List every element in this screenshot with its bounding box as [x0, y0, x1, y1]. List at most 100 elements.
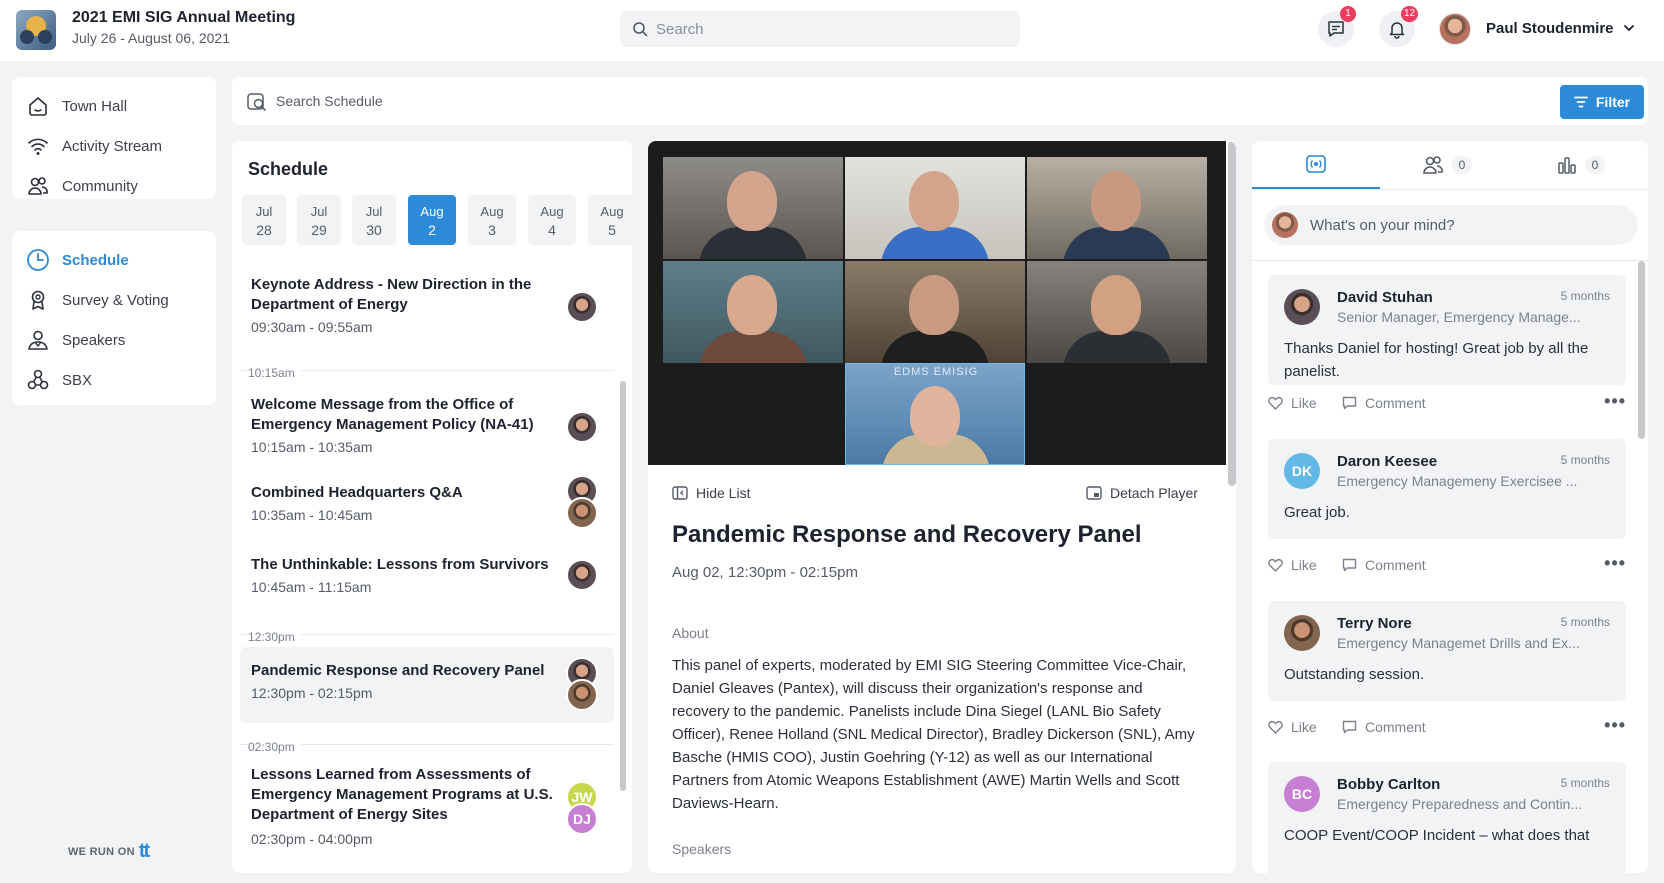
sidebar-item-community[interactable]: Community [26, 171, 138, 201]
feed-post: David Stuhan 5 months Senior Manager, Em… [1268, 275, 1626, 385]
post-author-name[interactable]: David Stuhan [1337, 289, 1433, 306]
like-button[interactable]: Like [1268, 395, 1317, 411]
date-chip-aug-4[interactable]: Aug 4 [528, 195, 576, 245]
video-banner: EDMS EMISIG [893, 366, 979, 378]
filter-label: Filter [1595, 94, 1631, 110]
about-heading: About [672, 625, 709, 641]
video-participant-tile [663, 261, 843, 363]
post-composer[interactable] [1264, 205, 1638, 245]
detail-scrollbar[interactable] [1228, 141, 1236, 486]
global-search[interactable] [620, 11, 1020, 47]
like-button[interactable]: Like [1268, 557, 1317, 573]
post-input[interactable] [1310, 205, 1620, 245]
post-author-avatar[interactable] [1284, 289, 1320, 325]
post-author-role: Emergency Managemet Drills and Ex... [1337, 635, 1580, 651]
session-item[interactable]: Lessons Learned from Assessments of Emer… [240, 755, 614, 855]
comment-label: Comment [1365, 719, 1426, 735]
user-menu[interactable]: Paul Stoudenmire [1486, 20, 1614, 37]
notifications-badge: 12 [1401, 6, 1419, 22]
session-time: 10:35am - 10:45am [251, 507, 373, 523]
post-author-name[interactable]: Daron Keesee [1337, 453, 1437, 470]
search-calendar-icon [246, 91, 268, 113]
event-logo[interactable] [16, 10, 56, 50]
speaker-avatar[interactable] [566, 411, 598, 443]
like-button[interactable]: Like [1268, 719, 1317, 735]
tab-polls[interactable]: 0 [1514, 141, 1648, 189]
speaker-avatar[interactable] [566, 291, 598, 323]
speaker-icon [26, 328, 50, 352]
date-day: 28 [256, 222, 272, 238]
sidebar-item-survey-voting[interactable]: Survey & Voting [26, 285, 169, 315]
powered-by[interactable]: WE RUN ON tt [68, 840, 150, 863]
date-chip-jul-30[interactable]: Jul 30 [352, 195, 396, 245]
speaker-avatar[interactable] [566, 559, 598, 591]
session-item[interactable]: Welcome Message from the Office of Emerg… [240, 385, 614, 465]
chevron-down-icon[interactable] [1623, 24, 1635, 32]
date-chip-aug-2[interactable]: Aug 2 [408, 195, 456, 245]
speakers-heading: Speakers [672, 841, 732, 857]
session-title: Lessons Learned from Assessments of Emer… [251, 766, 553, 823]
date-chip-jul-29[interactable]: Jul 29 [297, 195, 341, 245]
session-title: Keynote Address - New Direction in the D… [251, 276, 532, 313]
sidebar-item-sbx[interactable]: SBX [26, 365, 92, 395]
session-item[interactable]: Keynote Address - New Direction in the D… [240, 265, 614, 345]
session-title: Pandemic Response and Recovery Panel [672, 521, 1142, 548]
sidebar-item-town-hall[interactable]: Town Hall [26, 91, 127, 121]
sidebar-item-label: Schedule [62, 251, 129, 269]
post-author-avatar[interactable]: BC [1284, 776, 1320, 812]
date-chip-jul-28[interactable]: Jul 28 [242, 195, 286, 245]
video-player[interactable]: EDMS EMISIG [648, 141, 1226, 465]
session-item[interactable]: Combined Headquarters Q&A 10:35am - 10:4… [240, 475, 614, 541]
post-author-avatar[interactable]: DK [1284, 453, 1320, 489]
sidebar-item-schedule[interactable]: Schedule [26, 245, 129, 275]
date-day: 5 [608, 222, 616, 238]
speaker-avatar[interactable] [566, 679, 598, 711]
collapse-icon [672, 486, 688, 500]
sidebar-item-label: Town Hall [62, 97, 128, 115]
session-item[interactable]: The Unthinkable: Lessons from Survivors … [240, 547, 614, 613]
time-section-label: 02:30pm [248, 740, 301, 754]
picture-in-picture-icon [1086, 486, 1102, 500]
network-icon [26, 368, 50, 392]
chat-badge: 1 [1340, 6, 1356, 22]
more-options-icon[interactable]: ••• [1604, 715, 1626, 736]
user-avatar[interactable] [1439, 13, 1471, 45]
sidebar-item-activity-stream[interactable]: Activity Stream [26, 131, 162, 161]
date-chip-aug-5[interactable]: Aug 5 [588, 195, 632, 245]
event-dates: July 26 - August 06, 2021 [72, 30, 230, 46]
more-options-icon[interactable]: ••• [1604, 553, 1626, 574]
session-item-active[interactable]: Pandemic Response and Recovery Panel 12:… [240, 647, 614, 723]
tab-live-chat[interactable] [1252, 141, 1380, 189]
session-detail-panel: EDMS EMISIG Hide List Detach Player Pand… [648, 141, 1236, 873]
post-author-name[interactable]: Bobby Carlton [1337, 776, 1440, 793]
comment-button[interactable]: Comment [1342, 557, 1426, 573]
session-title: Pandemic Response and Recovery Panel [251, 662, 545, 679]
feed-scrollbar[interactable] [1638, 261, 1645, 439]
time-section-label: 12:30pm [248, 630, 301, 644]
post-text: COOP Event/COOP Incident – what does tha… [1284, 827, 1590, 844]
session-time: 09:30am - 09:55am [251, 319, 373, 335]
schedule-search-input[interactable] [276, 77, 1176, 125]
speaker-avatar[interactable]: DJ [566, 803, 598, 835]
video-participant-tile [1027, 261, 1207, 363]
comment-button[interactable]: Comment [1342, 719, 1426, 735]
schedule-scrollbar[interactable] [620, 381, 626, 791]
post-author-avatar[interactable] [1284, 615, 1320, 651]
search-icon [632, 21, 648, 37]
tab-attendees[interactable]: 0 [1380, 141, 1514, 189]
date-month: Jul [255, 204, 273, 219]
comment-button[interactable]: Comment [1342, 395, 1426, 411]
sidebar-item-speakers[interactable]: Speakers [26, 325, 125, 355]
sidebar-item-label: Community [62, 177, 138, 195]
comment-label: Comment [1365, 395, 1426, 411]
date-day: 3 [488, 222, 496, 238]
filter-button[interactable]: Filter [1560, 85, 1644, 119]
hide-list-button[interactable]: Hide List [672, 485, 750, 501]
post-author-name[interactable]: Terry Nore [1337, 615, 1412, 632]
date-chip-aug-3[interactable]: Aug 3 [468, 195, 516, 245]
date-month: Aug [480, 204, 504, 219]
speaker-avatar[interactable] [566, 497, 598, 529]
global-search-input[interactable] [656, 11, 1006, 47]
detach-player-button[interactable]: Detach Player [1086, 485, 1198, 501]
more-options-icon[interactable]: ••• [1604, 391, 1626, 412]
